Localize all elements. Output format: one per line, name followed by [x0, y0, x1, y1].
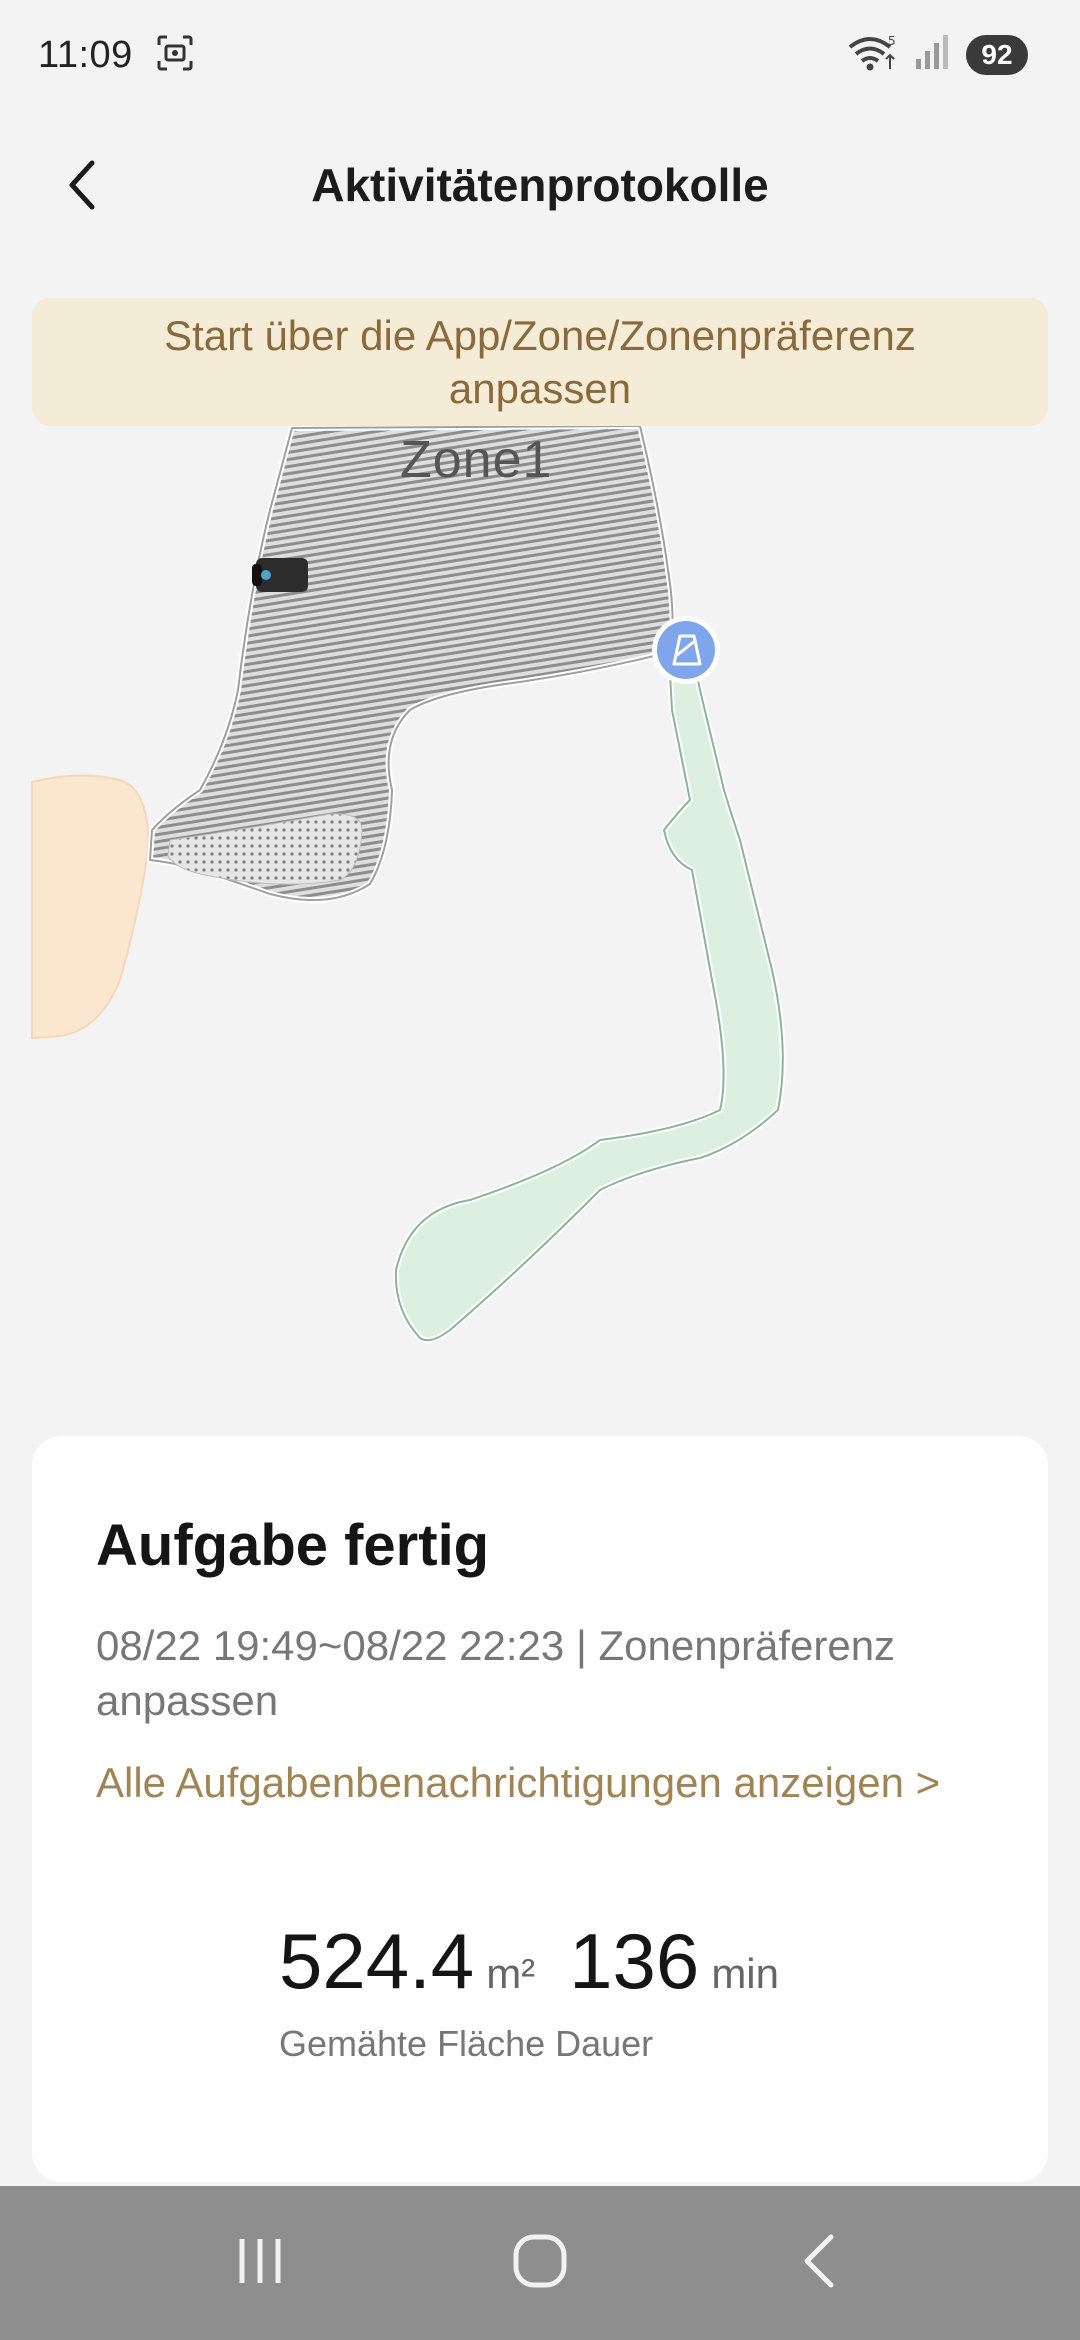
recent-apps-button[interactable] [200, 2213, 320, 2313]
mowed-area-value: 524.4 [278, 1917, 475, 2005]
zone-label: Zone1 [400, 431, 553, 489]
status-right: 5 92 [846, 33, 1028, 78]
home-button[interactable] [480, 2213, 600, 2313]
duration-value: 136 [569, 1917, 700, 2005]
task-result-card: Aufgabe fertig 08/22 19:49~08/22 22:23 |… [32, 1436, 1048, 2182]
task-time-range: 08/22 19:49~08/22 22:23 | Zonenpräferenz… [96, 1622, 896, 1724]
wifi-icon: 5 [846, 33, 898, 78]
info-banner: Start über die App/Zone/Zonenpräferenz a… [32, 298, 1048, 426]
zone1-area [147, 423, 676, 904]
status-bar: 11:09 5 92 [0, 0, 1080, 110]
duration-unit: min [711, 1950, 779, 1997]
status-time: 11:09 [38, 33, 133, 76]
card-title: Aufgabe fertig [96, 1513, 490, 1578]
home-icon [510, 2231, 570, 2296]
back-nav-button[interactable] [760, 2213, 880, 2313]
chevron-left-icon [62, 157, 102, 218]
status-left: 11:09 [38, 33, 195, 78]
map-canvas [31, 423, 786, 1344]
stats-labels: Gemähte Fläche Dauer [278, 2023, 654, 2064]
mowing-map[interactable]: Zone1 [0, 410, 1080, 1450]
screenshot-icon [155, 33, 195, 78]
battery-level: 92 [966, 35, 1028, 75]
header: Aktivitätenprotokolle [0, 130, 1080, 240]
green-zone [392, 635, 786, 1344]
page-title: Aktivitätenprotokolle [311, 159, 769, 211]
stats-inner: 524.4 m² 136 min Gemähte Fläche Dauer [279, 1916, 801, 2065]
stats-row: 524.4 m² 136 min [279, 1916, 801, 2007]
all-notifications-link[interactable]: Alle Aufgabenbenachrichtigungen anzeigen… [96, 1756, 984, 1811]
back-button[interactable] [50, 155, 114, 219]
signal-icon [914, 33, 950, 78]
recent-apps-icon [232, 2233, 288, 2294]
svg-text:5: 5 [888, 34, 896, 48]
station-marker [652, 616, 720, 684]
screen: 11:09 5 92 Aktivitätenprotokolle Start ü… [0, 0, 1080, 2340]
task-stats: 524.4 m² 136 min Gemähte Fläche Dauer [32, 1916, 1048, 2065]
mower-robot [252, 558, 308, 592]
navigation-bar [0, 2186, 1080, 2340]
mowed-area-unit: m² [486, 1950, 536, 1997]
back-icon [795, 2231, 845, 2296]
orange-area [31, 774, 150, 1040]
